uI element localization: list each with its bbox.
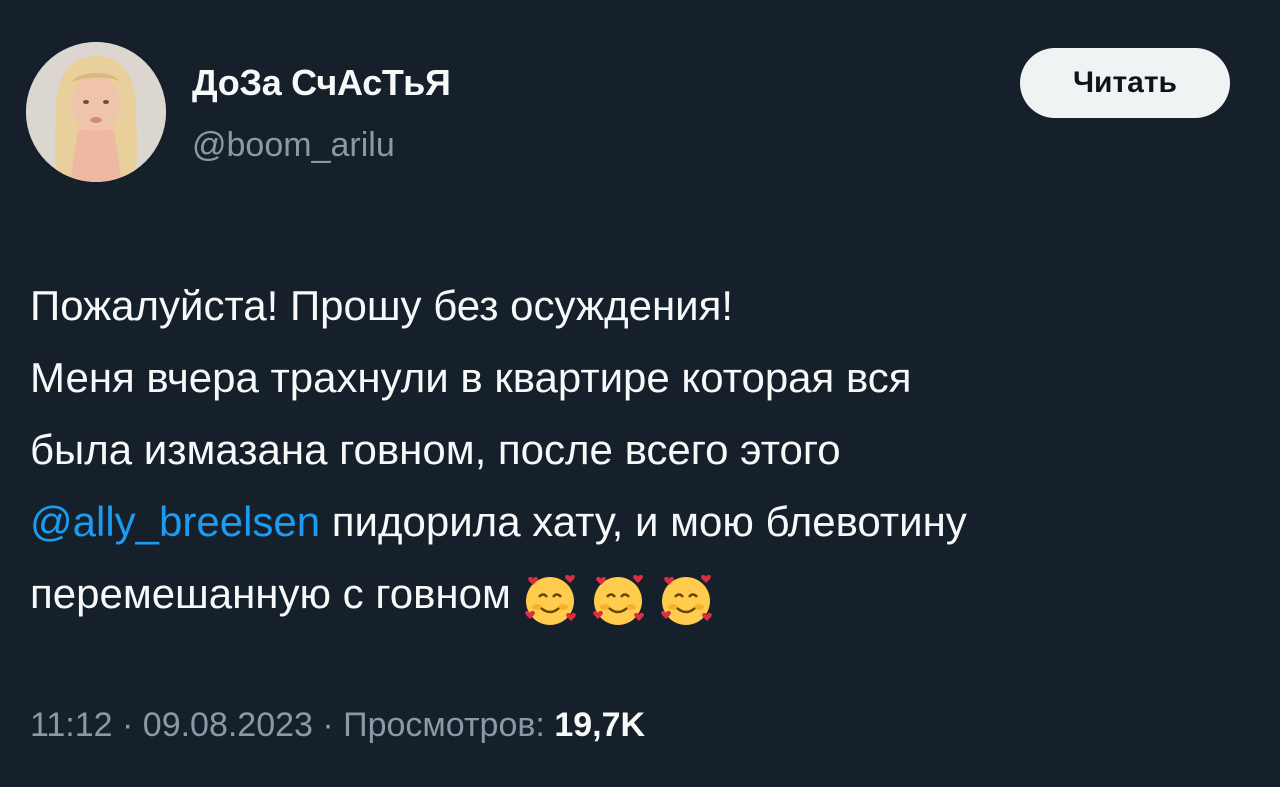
tweet-text: Пожалуйста! Прошу без осуждения! Меня вч… xyxy=(30,270,1260,633)
smiling-face-with-hearts-icon xyxy=(657,571,715,629)
smiling-face-with-hearts-icon xyxy=(521,571,579,629)
smiling-face-with-hearts-icon xyxy=(589,571,647,629)
meta-separator: · xyxy=(312,706,344,744)
display-name[interactable]: ДоЗа СчАсТьЯ xyxy=(192,62,451,104)
follow-button[interactable]: Читать xyxy=(1020,48,1230,118)
tweet-card: ДоЗа СчАсТьЯ @boom_arilu Читать Пожалуйс… xyxy=(0,0,1280,787)
tweet-time[interactable]: 11:12 xyxy=(30,706,113,744)
tweet-line: перемешанную с говном xyxy=(30,558,1260,633)
tweet-line: @ally_breelsen пидорила хату, и мою блев… xyxy=(30,486,1260,558)
tweet-line-text: пидорила хату, и мою блевотину xyxy=(320,498,967,545)
avatar-image xyxy=(26,42,166,182)
tweet-line: Пожалуйста! Прошу без осуждения! xyxy=(30,282,734,329)
tweet-line: была измазана говном, после всего этого xyxy=(30,426,841,473)
views-count[interactable]: 19,7K xyxy=(554,706,645,744)
tweet-line: Меня вчера трахнули в квартире которая в… xyxy=(30,354,912,401)
tweet-meta: 11:12 · 09.08.2023 · Просмотров: 19,7K xyxy=(30,706,645,745)
user-handle[interactable]: @boom_arilu xyxy=(192,126,395,165)
emoji-group xyxy=(521,561,725,633)
meta-separator: · xyxy=(112,706,143,744)
tweet-line-text: перемешанную с говном xyxy=(30,570,511,617)
mention-link[interactable]: @ally_breelsen xyxy=(30,498,320,545)
tweet-date[interactable]: 09.08.2023 xyxy=(143,706,313,744)
views-label: Просмотров: xyxy=(343,706,555,744)
avatar[interactable] xyxy=(26,42,166,182)
